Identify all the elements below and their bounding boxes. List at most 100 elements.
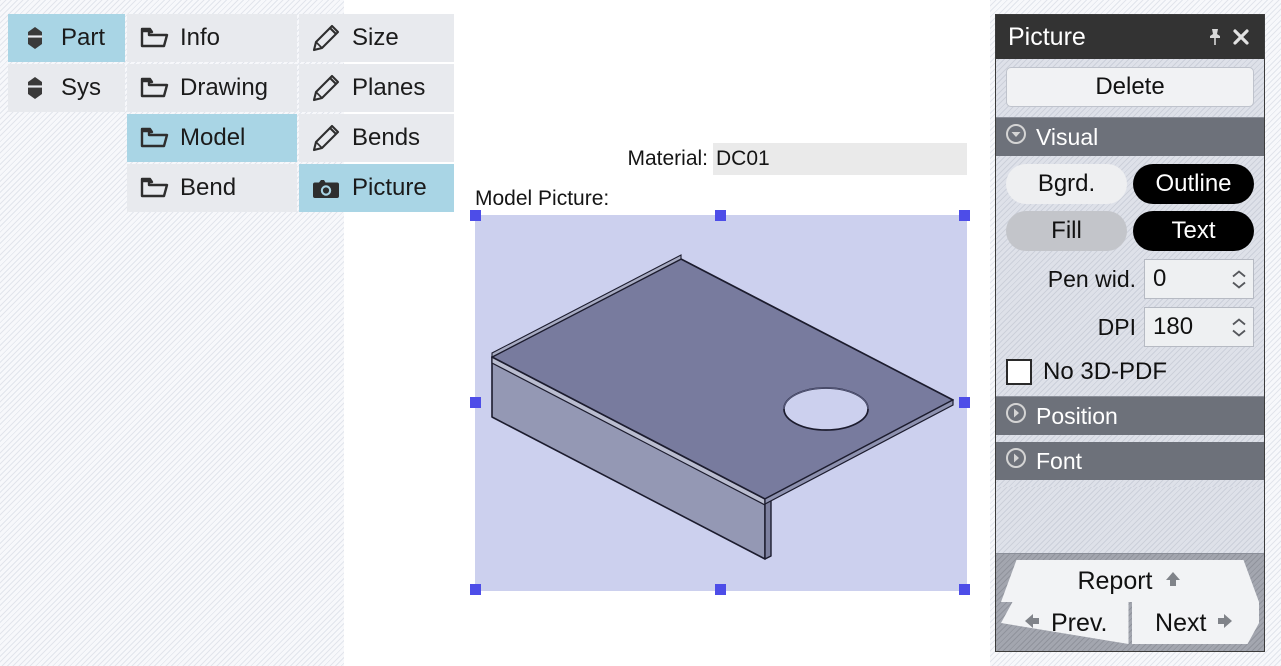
part-icon — [20, 23, 50, 53]
model-picture-selection[interactable] — [475, 215, 967, 591]
menu-item-picture[interactable]: Picture — [299, 164, 454, 212]
menu-item-label: Bends — [352, 124, 421, 151]
selection-handle-top-center[interactable] — [715, 210, 726, 221]
panel-filler — [996, 487, 1264, 553]
no-3dpdf-row[interactable]: No 3D-PDF — [1006, 358, 1254, 386]
outline-button[interactable]: Outline — [1133, 164, 1254, 204]
dpi-value: 180 — [1153, 313, 1194, 340]
dpi-label: DPI — [1097, 313, 1136, 340]
fill-button[interactable]: Fill — [1006, 211, 1127, 251]
dpi-stepper[interactable]: 180 — [1144, 307, 1254, 347]
navigation-menu: Part Sys Info Drawing Model Bend Size Pl… — [8, 14, 454, 212]
menu-item-planes[interactable]: Planes — [299, 64, 454, 112]
menu-item-label: Sys — [61, 74, 102, 101]
arrow-right-icon — [1215, 609, 1235, 638]
text-button[interactable]: Text — [1133, 211, 1254, 251]
menu-item-label: Info — [180, 24, 221, 51]
part-icon — [20, 73, 50, 103]
document-content: Material: DC01 Model Picture: — [475, 143, 967, 211]
menu-item-model[interactable]: Model — [127, 114, 297, 162]
fill-text-row: Fill Text — [1006, 211, 1254, 251]
menu-item-label: Picture — [352, 174, 427, 201]
chevron-right-circle-icon — [1005, 402, 1027, 430]
bgrd-outline-row: Bgrd. Outline — [1006, 164, 1254, 204]
picture-properties-panel: Picture Delete Visual Bgrd. Outline Fill… — [995, 14, 1265, 652]
panel-navigation: Report Prev. Next — [996, 553, 1264, 651]
position-gap — [996, 435, 1264, 442]
folder-icon — [139, 173, 169, 203]
delete-section: Delete — [996, 59, 1264, 118]
selection-handle-bottom-center[interactable] — [715, 584, 726, 595]
camera-icon — [311, 173, 341, 203]
font-gap — [996, 480, 1264, 487]
menu-item-size[interactable]: Size — [299, 14, 454, 62]
section-title: Visual — [1036, 123, 1099, 150]
selection-handle-middle-right[interactable] — [959, 397, 970, 408]
menu-item-bends[interactable]: Bends — [299, 114, 454, 162]
section-header-visual[interactable]: Visual — [996, 118, 1264, 156]
menu-item-sys[interactable]: Sys — [8, 64, 125, 112]
pen-width-stepper[interactable]: 0 — [1144, 259, 1254, 299]
arrow-left-icon — [1022, 609, 1042, 638]
picture-label: Model Picture: — [475, 187, 610, 210]
selection-handle-bottom-right[interactable] — [959, 584, 970, 595]
next-button[interactable]: Next — [1131, 602, 1259, 644]
section-header-font[interactable]: Font — [996, 442, 1264, 480]
stepper-arrows[interactable] — [1231, 317, 1247, 337]
menu-item-label: Model — [180, 124, 246, 151]
menu-item-label: Part — [61, 24, 106, 51]
folder-icon — [139, 123, 169, 153]
panel-titlebar: Picture — [996, 15, 1264, 59]
prev-button[interactable]: Prev. — [1001, 602, 1129, 644]
menu-item-part[interactable]: Part — [8, 14, 125, 62]
menu-column-subcategory: Size Planes Bends Picture — [299, 14, 454, 212]
no-3dpdf-checkbox[interactable] — [1006, 359, 1032, 385]
selection-handle-top-right[interactable] — [959, 210, 970, 221]
folder-icon — [139, 73, 169, 103]
arrow-up-icon — [1163, 567, 1183, 596]
pin-icon[interactable] — [1202, 24, 1228, 50]
menu-item-bend[interactable]: Bend — [127, 164, 297, 212]
report-button[interactable]: Report — [1001, 560, 1259, 602]
pen-width-value: 0 — [1153, 265, 1167, 292]
prev-next-row: Prev. Next — [1001, 602, 1259, 644]
material-row: Material: DC01 — [475, 143, 967, 175]
next-label: Next — [1155, 608, 1207, 637]
dpi-row: DPI 180 — [1006, 307, 1254, 347]
menu-item-label: Planes — [352, 74, 426, 101]
close-icon[interactable] — [1228, 24, 1254, 50]
chevron-right-circle-icon — [1005, 447, 1027, 475]
pencil-icon — [311, 123, 341, 153]
folder-icon — [139, 23, 169, 53]
chevron-down-circle-icon — [1005, 123, 1027, 151]
selection-handle-bottom-left[interactable] — [470, 584, 481, 595]
pencil-icon — [311, 23, 341, 53]
prev-label: Prev. — [1051, 608, 1108, 637]
model-3d-render — [491, 254, 954, 560]
stepper-arrows[interactable] — [1231, 269, 1247, 289]
menu-item-info[interactable]: Info — [127, 14, 297, 62]
panel-title: Picture — [1008, 22, 1086, 51]
menu-item-label: Size — [352, 24, 399, 51]
delete-button[interactable]: Delete — [1006, 67, 1254, 107]
material-value: DC01 — [713, 143, 967, 175]
menu-item-label: Bend — [180, 174, 237, 201]
report-label: Report — [1077, 566, 1153, 595]
pen-width-label: Pen wid. — [1047, 265, 1136, 292]
visual-section-body: Bgrd. Outline Fill Text Pen wid. 0 DPI 1… — [996, 156, 1264, 397]
pencil-icon — [311, 73, 341, 103]
section-title: Position — [1036, 402, 1118, 429]
menu-column-scope: Part Sys — [8, 14, 125, 112]
selection-handle-top-left[interactable] — [470, 210, 481, 221]
menu-item-drawing[interactable]: Drawing — [127, 64, 297, 112]
selection-handle-middle-left[interactable] — [470, 397, 481, 408]
section-header-position[interactable]: Position — [996, 397, 1264, 435]
material-label: Material: — [627, 147, 708, 170]
section-title: Font — [1036, 447, 1083, 474]
menu-column-category: Info Drawing Model Bend — [127, 14, 297, 212]
menu-item-label: Drawing — [180, 74, 269, 101]
bgrd-button[interactable]: Bgrd. — [1006, 164, 1127, 204]
application-window: Part Sys Info Drawing Model Bend Size Pl… — [0, 0, 1281, 666]
panel-body: Delete Visual Bgrd. Outline Fill Text Pe… — [996, 59, 1264, 651]
pen-width-row: Pen wid. 0 — [1006, 259, 1254, 299]
